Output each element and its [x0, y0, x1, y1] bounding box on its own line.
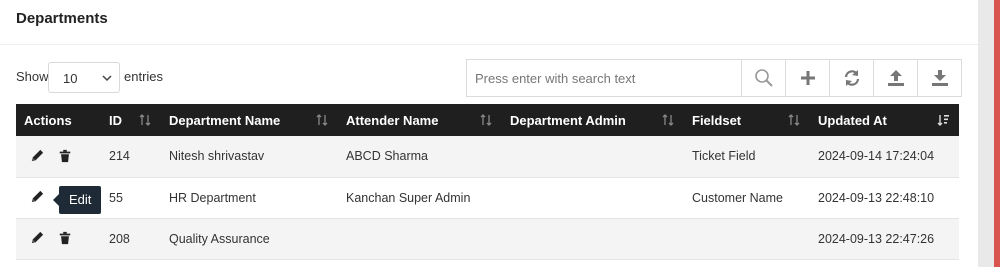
column-header-updated-at[interactable]: Updated At — [810, 104, 959, 136]
cell-department-admin — [502, 177, 684, 219]
sort-desc-icon — [937, 115, 949, 126]
column-header-department-name[interactable]: Department Name — [161, 104, 338, 136]
column-header-department-admin[interactable]: Department Admin — [502, 104, 684, 136]
cell-updated-at: 2024-09-13 22:48:10 — [810, 177, 959, 219]
cell-fieldset: Customer Name — [684, 177, 810, 219]
refresh-button[interactable] — [830, 59, 874, 97]
departments-panel: Departments Show 10 entries Press enter … — [0, 0, 978, 267]
upload-button[interactable] — [874, 59, 918, 97]
cell-department-name: Quality Assurance — [161, 218, 338, 260]
cell-updated-at: 2024-09-13 22:47:26 — [810, 218, 959, 260]
entries-select-value: 10 — [63, 71, 78, 86]
plus-icon — [800, 71, 815, 85]
download-icon — [931, 70, 948, 86]
sort-icon — [788, 114, 800, 126]
cell-department-name: HR Department — [161, 177, 338, 219]
search-input[interactable]: Press enter with search text — [466, 59, 742, 97]
chevron-down-icon — [102, 75, 112, 82]
cell-department-admin — [502, 218, 684, 260]
search-icon — [754, 69, 773, 87]
row-actions — [16, 136, 101, 178]
table-row: 55 HR Department Kanchan Super Admin Cus… — [16, 177, 959, 219]
cell-id: 208 — [101, 218, 161, 260]
edit-button[interactable] — [28, 188, 46, 206]
cell-updated-at: 2024-09-14 17:24:04 — [810, 136, 959, 178]
table-header-row: Actions ID Department Name Attender Name… — [16, 104, 959, 136]
cell-fieldset: Ticket Field — [684, 136, 810, 178]
add-department-button[interactable] — [786, 59, 830, 97]
cell-attender-name: Kanchan Super Admin — [338, 177, 502, 219]
page-title: Departments — [16, 10, 108, 27]
column-header-fieldset[interactable]: Fieldset — [684, 104, 810, 136]
edit-tooltip: Edit — [52, 186, 102, 214]
red-edge-bar — [994, 0, 1000, 267]
column-header-actions: Actions — [16, 104, 101, 136]
entries-per-page-select[interactable]: 10 — [48, 62, 120, 93]
pencil-icon — [31, 149, 43, 162]
sort-icon — [316, 114, 328, 126]
show-label: Show — [16, 69, 49, 84]
column-header-attender-name[interactable]: Attender Name — [338, 104, 502, 136]
search-button[interactable] — [742, 59, 786, 97]
refresh-icon — [844, 70, 859, 86]
cell-fieldset — [684, 218, 810, 260]
upload-icon — [887, 70, 904, 86]
cell-attender-name — [338, 218, 502, 260]
entries-label: entries — [124, 69, 164, 84]
cell-id: 214 — [101, 136, 161, 178]
table-row: 214 Nitesh shrivastav ABCD Sharma Ticket… — [16, 136, 959, 178]
sort-icon — [662, 114, 674, 126]
cell-department-admin — [502, 136, 684, 178]
table-row: 208 Quality Assurance 2024-09-13 22:47:2… — [16, 218, 959, 260]
download-button[interactable] — [918, 59, 962, 97]
cell-id: 55 — [101, 177, 161, 219]
delete-button[interactable] — [56, 147, 74, 165]
pencil-icon — [31, 191, 43, 203]
column-header-id[interactable]: ID — [101, 104, 161, 136]
cell-department-name: Nitesh shrivastav — [161, 136, 338, 178]
sort-icon — [480, 114, 492, 126]
departments-table: Actions ID Department Name Attender Name… — [16, 104, 959, 260]
edit-button[interactable] — [28, 147, 46, 165]
cell-attender-name: ABCD Sharma — [338, 136, 502, 178]
delete-button[interactable] — [56, 229, 74, 247]
title-divider — [0, 44, 978, 45]
pencil-icon — [31, 232, 43, 244]
trash-icon — [59, 149, 71, 162]
sort-icon — [139, 114, 151, 126]
trash-icon — [59, 231, 71, 244]
edit-button[interactable] — [28, 229, 46, 247]
row-actions — [16, 218, 101, 260]
